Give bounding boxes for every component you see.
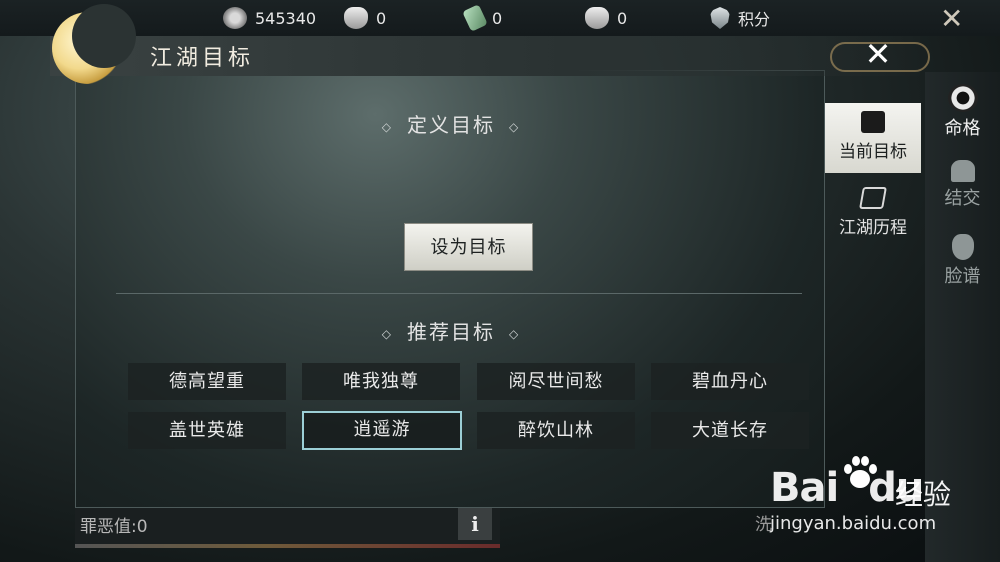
bowl-value-1: 0	[376, 8, 387, 28]
points-label: 积分	[738, 10, 771, 29]
define-section-title: ◇ 定义目标 ◇	[76, 109, 826, 138]
diamond-icon: ◇	[509, 119, 521, 134]
section-divider	[116, 293, 802, 294]
scroll-icon	[861, 111, 885, 133]
scroll-icon	[859, 187, 887, 209]
panel-title: 江湖目标	[150, 46, 255, 71]
recommend-title-text: 推荐目标	[407, 320, 495, 344]
far-tab-lianpu[interactable]: 脸谱	[925, 234, 1000, 288]
tab-label: 当前目标	[839, 142, 907, 162]
paw-icon	[844, 456, 877, 488]
bowl-counter-1[interactable]: 0	[344, 6, 386, 30]
coin-counter: 545340	[223, 6, 316, 30]
sin-progress-track	[75, 544, 500, 548]
goal-option[interactable]: 碧血丹心	[651, 363, 809, 400]
currency-bar: 命格 545340 0 0 0 积分 ✕	[0, 0, 1000, 36]
close-icon[interactable]: ✕	[858, 34, 898, 74]
goal-option[interactable]: 唯我独尊	[302, 363, 460, 400]
watermark-logo-prefix: Bai	[770, 465, 839, 511]
tab-current-goal[interactable]: 当前目标	[825, 103, 921, 173]
jade-counter[interactable]: 0	[462, 4, 503, 32]
recommend-section-title: ◇ 推荐目标 ◇	[76, 316, 826, 345]
far-tab-jiejiao[interactable]: 结交	[925, 160, 1000, 210]
far-tab-minge[interactable]: 命格	[925, 84, 1000, 140]
goal-panel: ◇ 定义目标 ◇ 设为目标 ◇ 推荐目标 ◇ 德高望重 唯我独尊 阅尽世间愁 碧血丹心 …	[75, 70, 825, 508]
moon-shadow	[72, 4, 136, 68]
points-counter[interactable]: 积分	[710, 6, 770, 30]
bowl-plus-icon	[585, 7, 609, 29]
coin-icon	[223, 7, 247, 29]
goal-option[interactable]: 醉饮山林	[477, 412, 635, 449]
far-tab-label: 命格	[944, 118, 981, 139]
coin-value: 545340	[255, 8, 317, 28]
jade-plus-icon	[462, 4, 488, 32]
jade-value: 0	[492, 8, 503, 28]
tab-jianghu-history[interactable]: 江湖历程	[825, 179, 921, 249]
far-tab-label: 脸谱	[944, 266, 981, 287]
watermark-cn: 经验	[895, 478, 952, 511]
watermark-url: jingyan.baidu.com	[770, 513, 937, 534]
info-button[interactable]: i	[458, 508, 492, 540]
mask-icon	[951, 234, 974, 260]
goal-option[interactable]: 德高望重	[128, 363, 286, 400]
set-goal-button[interactable]: 设为目标	[404, 223, 533, 271]
bowl-value-2: 0	[617, 8, 628, 28]
sin-value-label: 罪恶值:0	[80, 517, 148, 537]
diamond-icon: ◇	[381, 119, 393, 134]
bowl-counter-2[interactable]: 0	[585, 6, 627, 30]
baidu-watermark: Bai du 经验 jingyan.baidu.com	[770, 455, 990, 545]
bowl-plus-icon	[344, 7, 368, 29]
goal-option[interactable]: 阅尽世间愁	[477, 363, 635, 400]
background-close-icon[interactable]: ✕	[940, 2, 963, 35]
define-title-text: 定义目标	[407, 113, 495, 137]
goal-option[interactable]: 大道长存	[651, 412, 809, 449]
ring-icon	[947, 84, 978, 112]
figure-icon	[950, 160, 975, 182]
diamond-icon: ◇	[381, 326, 393, 341]
far-tab-label: 结交	[944, 188, 981, 209]
shield-icon	[710, 7, 730, 29]
goal-option[interactable]: 盖世英雄	[128, 412, 286, 449]
goal-option-selected[interactable]: 逍遥游	[302, 411, 462, 450]
tab-label: 江湖历程	[839, 218, 907, 238]
diamond-icon: ◇	[509, 326, 521, 341]
